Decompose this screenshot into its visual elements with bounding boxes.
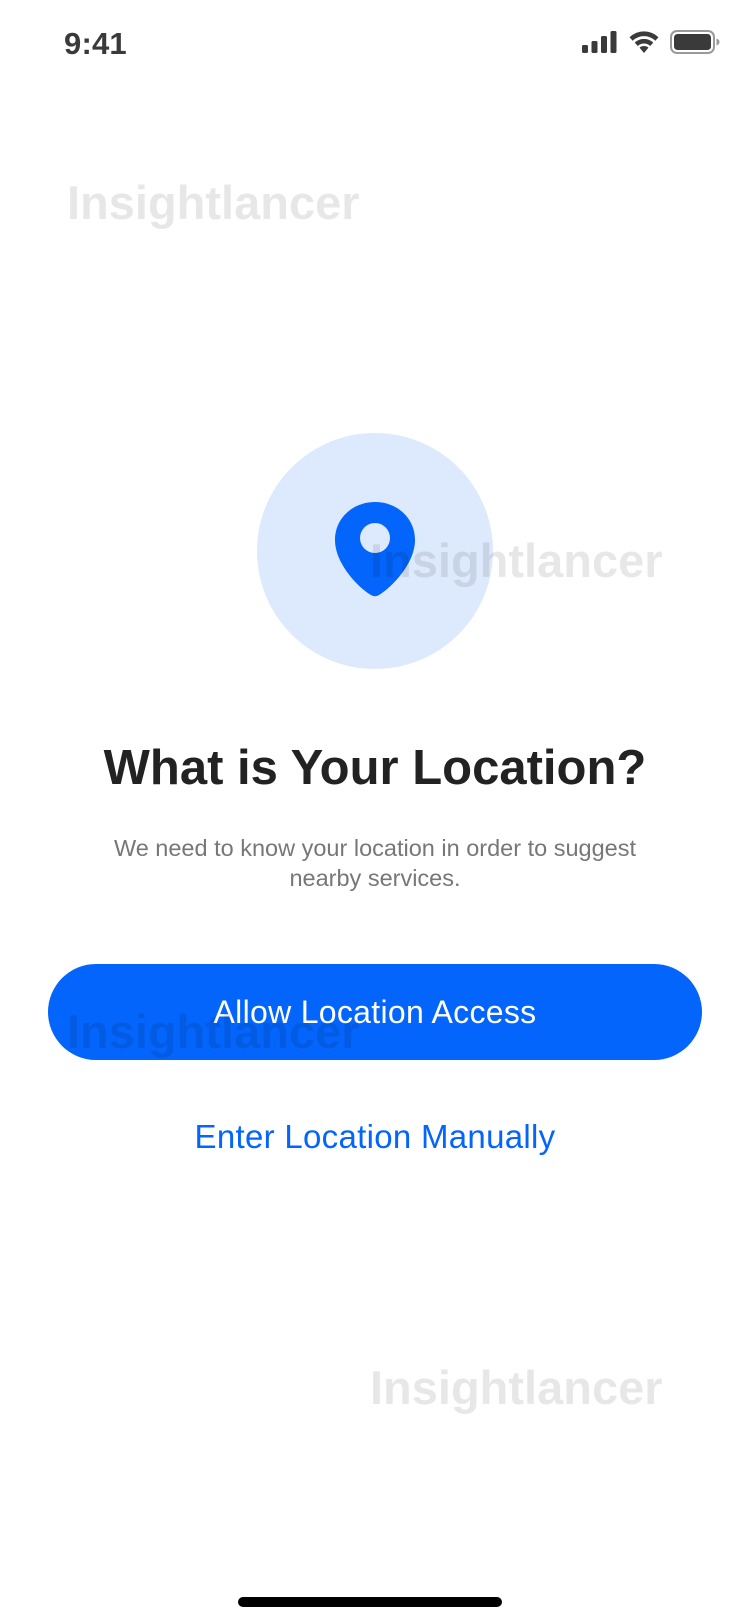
enter-location-manually-link[interactable]: Enter Location Manually bbox=[0, 1118, 750, 1156]
status-icons bbox=[582, 30, 720, 59]
home-indicator bbox=[238, 1597, 502, 1607]
page-title: What is Your Location? bbox=[103, 741, 647, 795]
watermark: Insightlancer bbox=[370, 1361, 663, 1414]
page-subtitle: We need to know your location in order t… bbox=[113, 835, 637, 891]
location-pin-icon bbox=[333, 500, 417, 603]
status-time: 9:41 bbox=[64, 26, 127, 61]
watermark: Insightlancer bbox=[67, 176, 360, 229]
location-illustration bbox=[257, 433, 493, 669]
status-bar: 9:41 bbox=[0, 0, 750, 92]
allow-location-button[interactable]: Allow Location Access bbox=[48, 964, 702, 1060]
battery-icon bbox=[670, 30, 720, 59]
wifi-icon bbox=[628, 30, 660, 59]
cellular-signal-icon bbox=[582, 31, 618, 58]
